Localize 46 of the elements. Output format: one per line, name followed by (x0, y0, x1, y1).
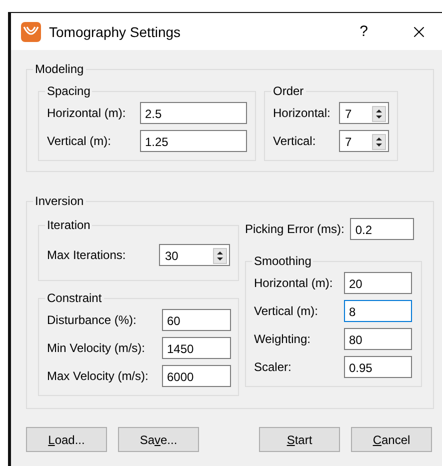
text-field[interactable]: 20 (344, 272, 412, 294)
field-label: Horizontal (m): (47, 106, 127, 120)
window-title: Tomography Settings (49, 24, 182, 40)
spin-value: 30 (165, 249, 180, 263)
dialog-button[interactable]: Cancel (351, 427, 432, 452)
field-label: Vertical: (273, 134, 317, 148)
group-title: Inversion (34, 194, 85, 208)
spin-box[interactable]: 30 (159, 244, 230, 266)
group-title: Modeling (34, 62, 85, 76)
spin-value: 7 (345, 107, 353, 121)
group-title: Smoothing (253, 254, 312, 268)
group-title: Iteration (46, 218, 92, 232)
field-label: Vertical (m): (47, 134, 112, 148)
text-field[interactable]: 1450 (162, 337, 231, 359)
text-field[interactable]: 2.5 (140, 102, 247, 124)
field-label: Max Velocity (m/s): (47, 369, 150, 383)
text-field[interactable]: 6000 (162, 365, 231, 387)
spin-box[interactable]: 7 (339, 130, 389, 152)
text-field[interactable]: 0.2 (350, 218, 414, 240)
dialog-button[interactable]: Start (259, 427, 340, 452)
text-field[interactable]: 8 (344, 300, 412, 322)
text-field[interactable]: 60 (162, 309, 231, 331)
field-label: Horizontal: (273, 106, 332, 120)
field-label: Disturbance (%): (47, 313, 138, 327)
field-label: Min Velocity (m/s): (47, 341, 146, 355)
group-title: Spacing (46, 84, 92, 98)
help-button[interactable]: ? (360, 23, 368, 40)
text-field[interactable]: 1.25 (140, 130, 247, 152)
spin-arrows-icon[interactable] (372, 106, 386, 122)
field-label: Picking Error (ms): (245, 222, 344, 236)
field-label: Max Iterations: (47, 248, 127, 262)
spin-arrows-icon[interactable] (372, 134, 386, 150)
spin-arrows-icon[interactable] (213, 248, 227, 264)
spin-value: 7 (345, 135, 353, 149)
group-title: Order (272, 84, 305, 98)
field-label: Weighting: (254, 332, 312, 346)
app-logo-icon (21, 22, 41, 42)
field-label: Horizontal (m): (254, 276, 334, 290)
spin-box[interactable]: 7 (339, 102, 389, 124)
field-label: Scaler: (254, 360, 292, 374)
text-field[interactable]: 80 (344, 328, 412, 350)
dialog-button[interactable]: Save... (118, 427, 199, 452)
dialog-button[interactable]: Load... (26, 427, 107, 452)
group-title: Constraint (46, 291, 103, 305)
text-field[interactable]: 0.95 (344, 356, 412, 378)
field-label: Vertical (m): (254, 304, 320, 318)
